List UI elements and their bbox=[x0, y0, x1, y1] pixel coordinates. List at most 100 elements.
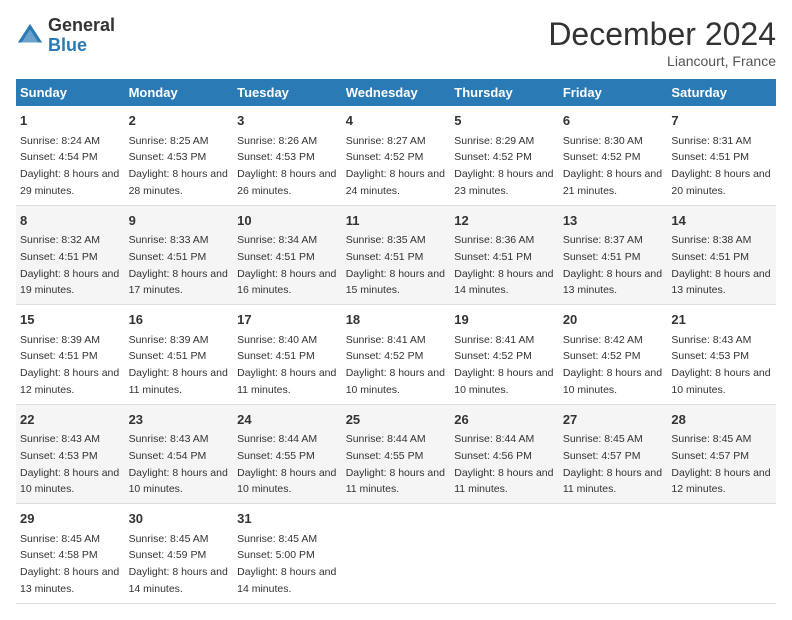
logo: General Blue bbox=[16, 16, 115, 56]
day-info: Sunrise: 8:44 AMSunset: 4:56 PMDaylight:… bbox=[454, 433, 553, 495]
day-info: Sunrise: 8:43 AMSunset: 4:53 PMDaylight:… bbox=[20, 433, 119, 495]
calendar-cell: 31 Sunrise: 8:45 AMSunset: 5:00 PMDayligh… bbox=[233, 504, 342, 604]
col-saturday: Saturday bbox=[667, 79, 776, 106]
calendar-cell: 5 Sunrise: 8:29 AMSunset: 4:52 PMDaylight… bbox=[450, 106, 559, 205]
day-info: Sunrise: 8:34 AMSunset: 4:51 PMDaylight:… bbox=[237, 234, 336, 296]
day-info: Sunrise: 8:44 AMSunset: 4:55 PMDaylight:… bbox=[346, 433, 445, 495]
calendar-cell: 27Sunrise: 8:45 AMSunset: 4:57 PMDayligh… bbox=[559, 404, 668, 504]
day-number: 29 bbox=[20, 509, 121, 529]
month-title: December 2024 bbox=[548, 16, 776, 53]
day-number: 10 bbox=[237, 211, 338, 231]
logo-icon bbox=[16, 22, 44, 50]
calendar-cell: 26Sunrise: 8:44 AMSunset: 4:56 PMDayligh… bbox=[450, 404, 559, 504]
calendar-cell: 9Sunrise: 8:33 AMSunset: 4:51 PMDaylight… bbox=[125, 205, 234, 305]
day-info: Sunrise: 8:26 AMSunset: 4:53 PMDaylight:… bbox=[237, 135, 336, 197]
day-info: Sunrise: 8:38 AMSunset: 4:51 PMDaylight:… bbox=[671, 234, 770, 296]
day-info: Sunrise: 8:40 AMSunset: 4:51 PMDaylight:… bbox=[237, 334, 336, 396]
day-number: 1 bbox=[20, 111, 121, 131]
day-number: 25 bbox=[346, 410, 447, 430]
calendar-row: 22 Sunrise: 8:43 AMSunset: 4:53 PMDayligh… bbox=[16, 404, 776, 504]
calendar-cell: 14 Sunrise: 8:38 AMSunset: 4:51 PMDayligh… bbox=[667, 205, 776, 305]
day-info: Sunrise: 8:41 AMSunset: 4:52 PMDaylight:… bbox=[346, 334, 445, 396]
calendar-cell: 2 Sunrise: 8:25 AMSunset: 4:53 PMDaylight… bbox=[125, 106, 234, 205]
day-number: 24 bbox=[237, 410, 338, 430]
calendar-cell: 11 Sunrise: 8:35 AMSunset: 4:51 PMDayligh… bbox=[342, 205, 451, 305]
day-info: Sunrise: 8:37 AMSunset: 4:51 PMDaylight:… bbox=[563, 234, 662, 296]
calendar-cell: 6Sunrise: 8:30 AMSunset: 4:52 PMDaylight… bbox=[559, 106, 668, 205]
day-number: 23 bbox=[129, 410, 230, 430]
day-number: 2 bbox=[129, 111, 230, 131]
calendar-cell: 18Sunrise: 8:41 AMSunset: 4:52 PMDayligh… bbox=[342, 305, 451, 405]
day-number: 14 bbox=[671, 211, 772, 231]
day-number: 17 bbox=[237, 310, 338, 330]
calendar-cell: 4 Sunrise: 8:27 AMSunset: 4:52 PMDaylight… bbox=[342, 106, 451, 205]
day-info: Sunrise: 8:27 AMSunset: 4:52 PMDaylight:… bbox=[346, 135, 445, 197]
col-monday: Monday bbox=[125, 79, 234, 106]
col-wednesday: Wednesday bbox=[342, 79, 451, 106]
calendar-cell: 10 Sunrise: 8:34 AMSunset: 4:51 PMDayligh… bbox=[233, 205, 342, 305]
day-number: 3 bbox=[237, 111, 338, 131]
day-info: Sunrise: 8:45 AMSunset: 4:58 PMDaylight:… bbox=[20, 533, 119, 595]
calendar-cell: 8Sunrise: 8:32 AMSunset: 4:51 PMDaylight… bbox=[16, 205, 125, 305]
col-thursday: Thursday bbox=[450, 79, 559, 106]
day-info: Sunrise: 8:43 AMSunset: 4:54 PMDaylight:… bbox=[129, 433, 228, 495]
day-info: Sunrise: 8:45 AMSunset: 5:00 PMDaylight:… bbox=[237, 533, 336, 595]
calendar-cell: 7Sunrise: 8:31 AMSunset: 4:51 PMDaylight… bbox=[667, 106, 776, 205]
col-sunday: Sunday bbox=[16, 79, 125, 106]
calendar-cell bbox=[450, 504, 559, 604]
logo-blue: Blue bbox=[48, 36, 115, 56]
day-number: 11 bbox=[346, 211, 447, 231]
day-number: 15 bbox=[20, 310, 121, 330]
day-number: 4 bbox=[346, 111, 447, 131]
day-info: Sunrise: 8:42 AMSunset: 4:52 PMDaylight:… bbox=[563, 334, 662, 396]
day-info: Sunrise: 8:39 AMSunset: 4:51 PMDaylight:… bbox=[129, 334, 228, 396]
day-info: Sunrise: 8:41 AMSunset: 4:52 PMDaylight:… bbox=[454, 334, 553, 396]
calendar-table: Sunday Monday Tuesday Wednesday Thursday… bbox=[16, 79, 776, 604]
calendar-cell: 12Sunrise: 8:36 AMSunset: 4:51 PMDayligh… bbox=[450, 205, 559, 305]
calendar-header: Sunday Monday Tuesday Wednesday Thursday… bbox=[16, 79, 776, 106]
day-info: Sunrise: 8:44 AMSunset: 4:55 PMDaylight:… bbox=[237, 433, 336, 495]
day-number: 30 bbox=[129, 509, 230, 529]
calendar-cell: 29 Sunrise: 8:45 AMSunset: 4:58 PMDayligh… bbox=[16, 504, 125, 604]
day-number: 31 bbox=[237, 509, 338, 529]
calendar-cell: 25 Sunrise: 8:44 AMSunset: 4:55 PMDayligh… bbox=[342, 404, 451, 504]
day-number: 22 bbox=[20, 410, 121, 430]
day-number: 27 bbox=[563, 410, 664, 430]
calendar-row: 29 Sunrise: 8:45 AMSunset: 4:58 PMDayligh… bbox=[16, 504, 776, 604]
calendar-cell: 1 Sunrise: 8:24 AMSunset: 4:54 PMDaylight… bbox=[16, 106, 125, 205]
logo-text: General Blue bbox=[48, 16, 115, 56]
day-info: Sunrise: 8:36 AMSunset: 4:51 PMDaylight:… bbox=[454, 234, 553, 296]
day-number: 7 bbox=[671, 111, 772, 131]
col-tuesday: Tuesday bbox=[233, 79, 342, 106]
page-header: General Blue December 2024 Liancourt, Fr… bbox=[16, 16, 776, 69]
day-info: Sunrise: 8:29 AMSunset: 4:52 PMDaylight:… bbox=[454, 135, 553, 197]
day-number: 8 bbox=[20, 211, 121, 231]
day-number: 28 bbox=[671, 410, 772, 430]
calendar-cell: 16 Sunrise: 8:39 AMSunset: 4:51 PMDayligh… bbox=[125, 305, 234, 405]
calendar-cell: 15 Sunrise: 8:39 AMSunset: 4:51 PMDayligh… bbox=[16, 305, 125, 405]
day-number: 21 bbox=[671, 310, 772, 330]
day-info: Sunrise: 8:35 AMSunset: 4:51 PMDaylight:… bbox=[346, 234, 445, 296]
calendar-row: 8Sunrise: 8:32 AMSunset: 4:51 PMDaylight… bbox=[16, 205, 776, 305]
day-number: 19 bbox=[454, 310, 555, 330]
day-info: Sunrise: 8:45 AMSunset: 4:59 PMDaylight:… bbox=[129, 533, 228, 595]
day-info: Sunrise: 8:45 AMSunset: 4:57 PMDaylight:… bbox=[671, 433, 770, 495]
day-number: 9 bbox=[129, 211, 230, 231]
calendar-cell: 28 Sunrise: 8:45 AMSunset: 4:57 PMDayligh… bbox=[667, 404, 776, 504]
col-friday: Friday bbox=[559, 79, 668, 106]
day-info: Sunrise: 8:39 AMSunset: 4:51 PMDaylight:… bbox=[20, 334, 119, 396]
day-info: Sunrise: 8:25 AMSunset: 4:53 PMDaylight:… bbox=[129, 135, 228, 197]
calendar-cell: 21Sunrise: 8:43 AMSunset: 4:53 PMDayligh… bbox=[667, 305, 776, 405]
day-number: 16 bbox=[129, 310, 230, 330]
calendar-cell: 22 Sunrise: 8:43 AMSunset: 4:53 PMDayligh… bbox=[16, 404, 125, 504]
calendar-cell: 3 Sunrise: 8:26 AMSunset: 4:53 PMDaylight… bbox=[233, 106, 342, 205]
day-number: 13 bbox=[563, 211, 664, 231]
calendar-row: 15 Sunrise: 8:39 AMSunset: 4:51 PMDayligh… bbox=[16, 305, 776, 405]
calendar-cell bbox=[559, 504, 668, 604]
day-number: 6 bbox=[563, 111, 664, 131]
logo-general: General bbox=[48, 16, 115, 36]
day-number: 5 bbox=[454, 111, 555, 131]
calendar-cell bbox=[342, 504, 451, 604]
calendar-body: 1 Sunrise: 8:24 AMSunset: 4:54 PMDaylight… bbox=[16, 106, 776, 603]
day-info: Sunrise: 8:24 AMSunset: 4:54 PMDaylight:… bbox=[20, 135, 119, 197]
